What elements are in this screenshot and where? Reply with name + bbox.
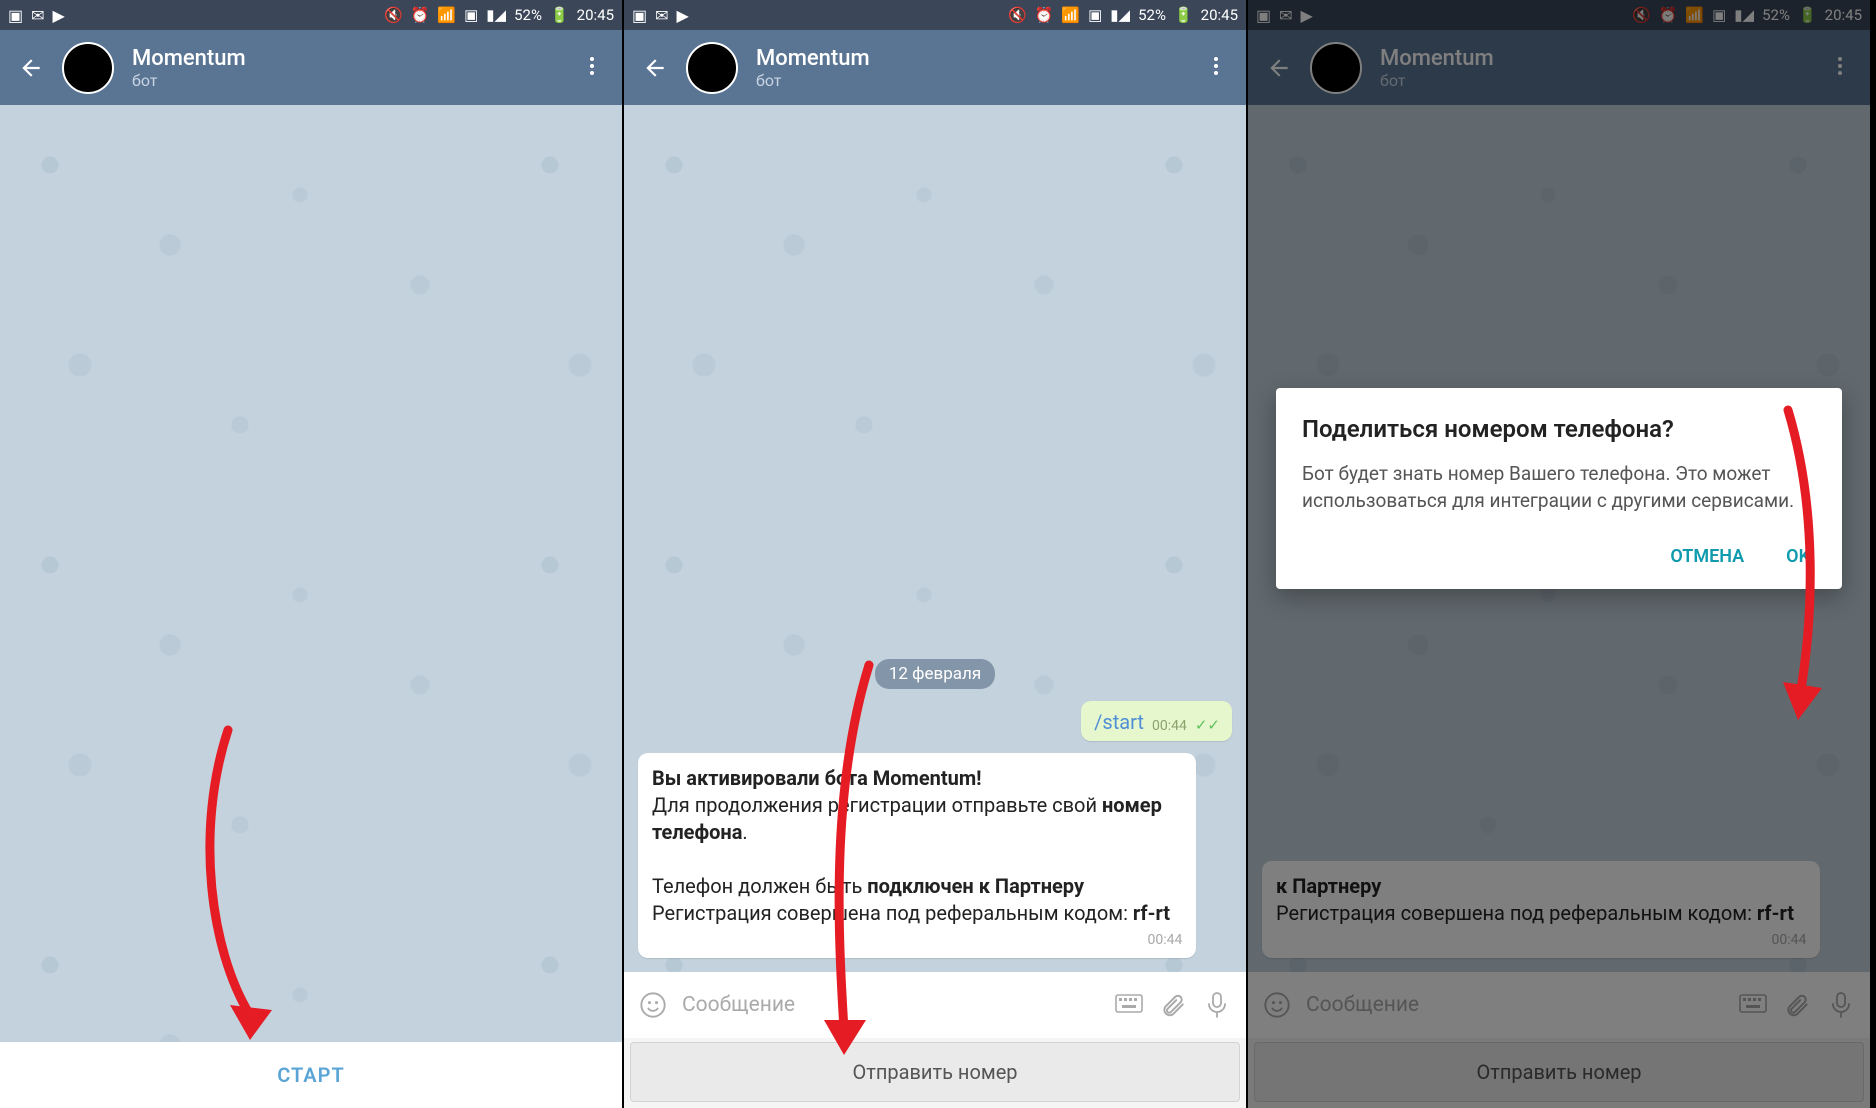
share-phone-dialog: Поделиться номером телефона? Бот будет з… (1276, 388, 1842, 589)
wifi-icon: 📶 (1061, 6, 1080, 24)
battery-icon: 🔋 (1174, 6, 1193, 24)
signal-icon: ▮◢ (486, 6, 506, 24)
back-arrow-icon[interactable] (642, 55, 668, 81)
signal-icon: ▮◢ (1110, 6, 1130, 24)
read-check-icon: ✓✓ (1195, 716, 1220, 734)
chat-header: Momentum бот (624, 30, 1246, 105)
in-msg-bold-intro: Вы активировали бота Momentum! (652, 766, 982, 790)
message-input[interactable]: Сообщение (682, 993, 1100, 1017)
message-input-bar: Сообщение (624, 972, 1246, 1038)
outgoing-time: 00:44 (1152, 718, 1187, 734)
clock: 20:45 (1201, 6, 1238, 24)
attach-icon[interactable] (1158, 992, 1188, 1018)
dialog-body: Бот будет знать номер Вашего телефона. Э… (1302, 461, 1816, 514)
cancel-button[interactable]: ОТМЕНА (1664, 538, 1750, 575)
avatar[interactable] (62, 42, 114, 94)
screen-3: ▣ ✉ ▶ 🔇 ⏰ 📶 ▣ ▮◢ 52% 🔋 20:45 Momentum бо… (1248, 0, 1872, 1108)
start-button-label: СТАРТ (277, 1063, 345, 1087)
wifi-icon: 📶 (437, 6, 456, 24)
start-button[interactable]: СТАРТ (0, 1042, 622, 1108)
screen-1: ▣ ✉ ▶ 🔇 ⏰ 📶 ▣ ▮◢ 52% 🔋 20:45 Momentum бо… (0, 0, 624, 1108)
send-number-label: Отправить номер (852, 1060, 1017, 1084)
chat-body: 12 февраля /start 00:44 ✓✓ Вы активирова… (624, 105, 1246, 972)
chat-subtitle: бот (756, 71, 1186, 90)
battery-pct: 52% (514, 6, 542, 24)
alarm-icon: ⏰ (411, 6, 430, 24)
incoming-message[interactable]: Вы активировали бота Momentum! Для продо… (638, 753, 1196, 958)
sim-icon: ▣ (464, 6, 478, 24)
date-pill: 12 февраля (875, 659, 995, 689)
send-number-button[interactable]: Отправить номер (630, 1042, 1240, 1102)
back-arrow-icon[interactable] (18, 55, 44, 81)
keyboard-icon[interactable] (1114, 994, 1144, 1016)
mail-icon: ✉ (31, 6, 44, 25)
screen-2: ▣ ✉ ▶ 🔇 ⏰ 📶 ▣ ▮◢ 52% 🔋 20:45 Momentum бо… (624, 0, 1248, 1108)
chat-title: Momentum (756, 46, 1186, 71)
chat-title: Momentum (132, 46, 562, 71)
chat-subtitle: бот (132, 71, 562, 90)
avatar[interactable] (686, 42, 738, 94)
gallery-icon: ▣ (632, 6, 647, 25)
mute-icon: 🔇 (1008, 6, 1027, 24)
emoji-icon[interactable] (638, 991, 668, 1019)
status-bar: ▣ ✉ ▶ 🔇 ⏰ 📶 ▣ ▮◢ 52% 🔋 20:45 (624, 0, 1246, 30)
kebab-menu-icon[interactable] (580, 54, 604, 82)
incoming-time: 00:44 (1147, 931, 1182, 950)
battery-pct: 52% (1138, 6, 1166, 24)
clock: 20:45 (577, 6, 614, 24)
outgoing-message[interactable]: /start 00:44 ✓✓ (1081, 701, 1232, 741)
sim-icon: ▣ (1088, 6, 1102, 24)
dialog-title: Поделиться номером телефона? (1302, 414, 1816, 445)
status-bar: ▣ ✉ ▶ 🔇 ⏰ 📶 ▣ ▮◢ 52% 🔋 20:45 (0, 0, 622, 30)
play-icon: ▶ (677, 6, 689, 25)
chat-header: Momentum бот (0, 30, 622, 105)
mic-icon[interactable] (1202, 991, 1232, 1019)
kebab-menu-icon[interactable] (1204, 54, 1228, 82)
chat-body (0, 105, 622, 1042)
alarm-icon: ⏰ (1035, 6, 1054, 24)
mail-icon: ✉ (655, 6, 668, 25)
play-icon: ▶ (53, 6, 65, 25)
ok-button[interactable]: OK (1780, 538, 1816, 575)
mute-icon: 🔇 (384, 6, 403, 24)
battery-icon: 🔋 (550, 6, 569, 24)
outgoing-text: /start (1094, 710, 1144, 734)
gallery-icon: ▣ (8, 6, 23, 25)
